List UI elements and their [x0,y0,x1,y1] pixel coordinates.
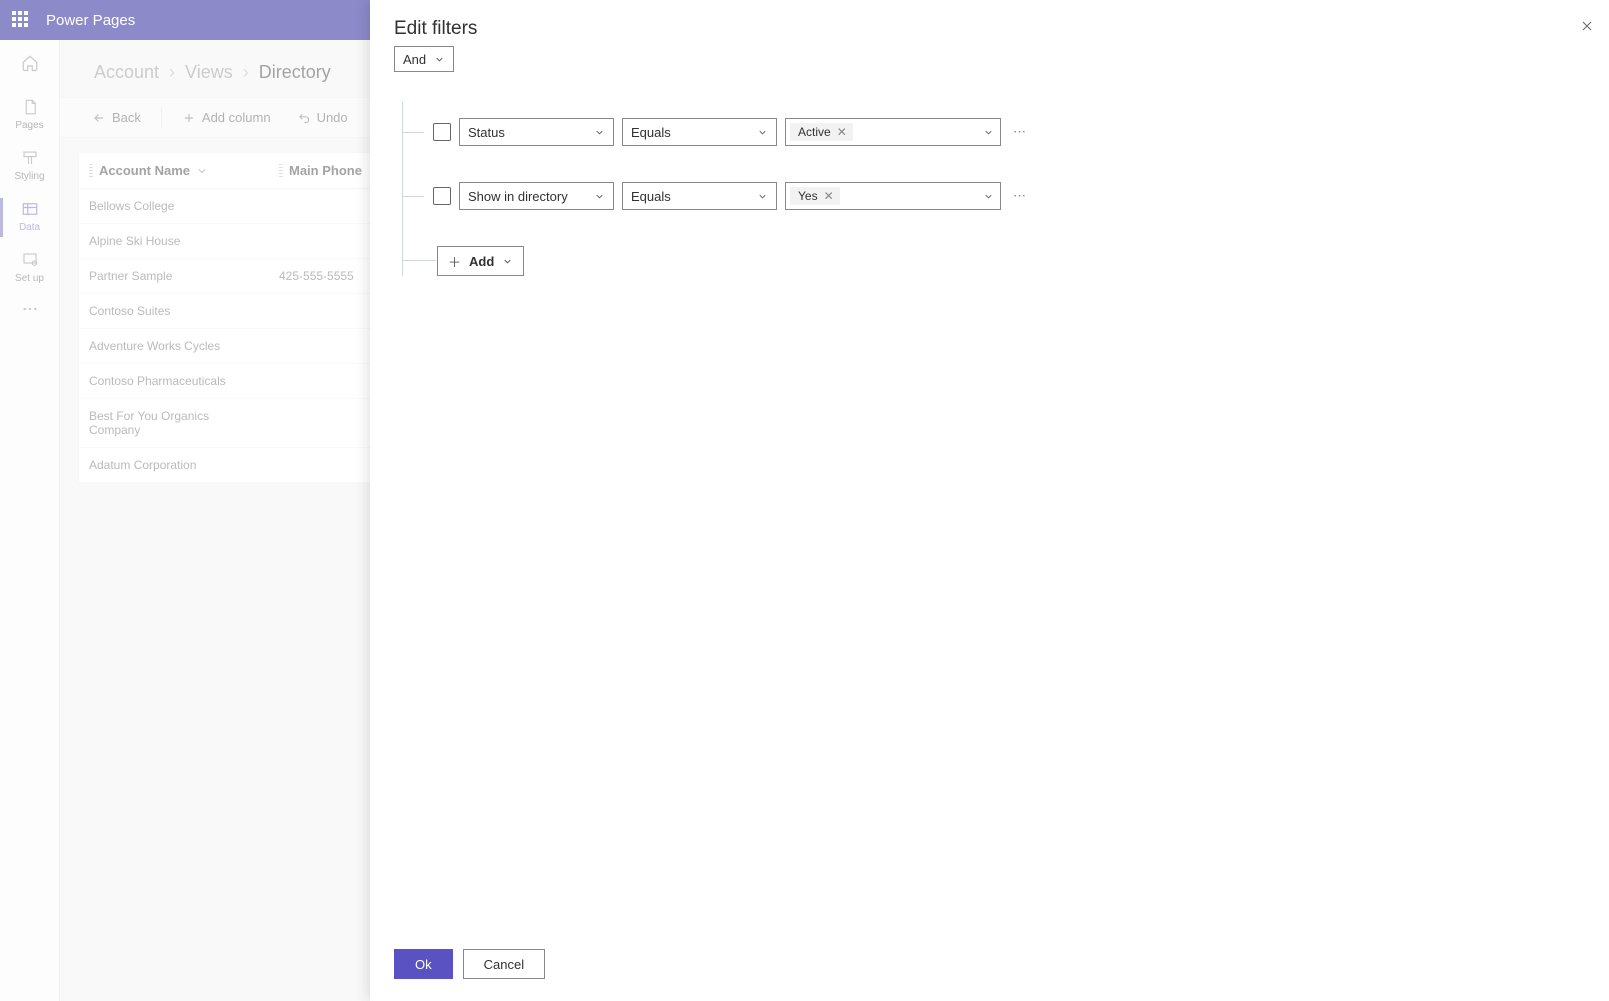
waffle-icon[interactable] [12,11,30,29]
filter-operator-label: Equals [631,125,671,140]
remove-tag-icon[interactable]: ✕ [837,125,847,139]
chevron-down-icon [594,127,605,138]
chevron-down-icon [983,127,994,138]
filter-row-more-icon[interactable]: ⋯ [1009,188,1032,204]
filter-field-dropdown[interactable]: Status [459,118,614,146]
cancel-button[interactable]: Cancel [463,949,545,979]
close-icon [1579,18,1595,34]
chevron-down-icon [757,127,768,138]
chevron-down-icon [502,256,513,267]
filter-value-tag: Active ✕ [790,123,853,141]
app-title: Power Pages [46,12,135,29]
edit-filters-panel: Edit filters And StatusEqualsActive✕⋯Sho… [370,0,1609,1001]
remove-tag-icon[interactable]: ✕ [824,189,834,203]
filter-value-label: Active [798,125,831,139]
filter-row: Status Equals Active ✕ ⋯ [403,118,1585,146]
ok-button[interactable]: Ok [394,949,453,979]
chevron-down-icon [757,191,768,202]
filter-operator-dropdown[interactable]: Equals [622,118,777,146]
panel-title: Edit filters [394,18,1585,40]
chevron-down-icon [594,191,605,202]
filter-row-more-icon[interactable]: ⋯ [1009,124,1032,140]
logic-operator-dropdown[interactable]: And [394,46,454,72]
plus-icon: ＋ [448,252,461,271]
filter-operator-label: Equals [631,189,671,204]
filter-row: Show in directory Equals Yes ✕ ⋯ [403,182,1585,210]
add-filter-button[interactable]: ＋ Add [437,246,524,276]
filter-row-checkbox[interactable] [433,187,451,205]
filter-field-label: Show in directory [468,189,568,204]
panel-footer: Ok Cancel [370,933,1609,1001]
logic-operator-label: And [403,52,426,67]
filter-field-dropdown[interactable]: Show in directory [459,182,614,210]
filter-value-dropdown[interactable]: Active ✕ [785,118,1001,146]
add-filter-label: Add [469,254,494,269]
chevron-down-icon [983,191,994,202]
filter-operator-dropdown[interactable]: Equals [622,182,777,210]
add-filter-row: ＋ Add [403,246,1585,276]
filter-value-tag: Yes ✕ [790,187,840,205]
filter-row-checkbox[interactable] [433,123,451,141]
close-button[interactable] [1579,18,1595,34]
chevron-down-icon [434,54,445,65]
filter-value-dropdown[interactable]: Yes ✕ [785,182,1001,210]
filter-field-label: Status [468,125,505,140]
filter-value-label: Yes [798,189,818,203]
